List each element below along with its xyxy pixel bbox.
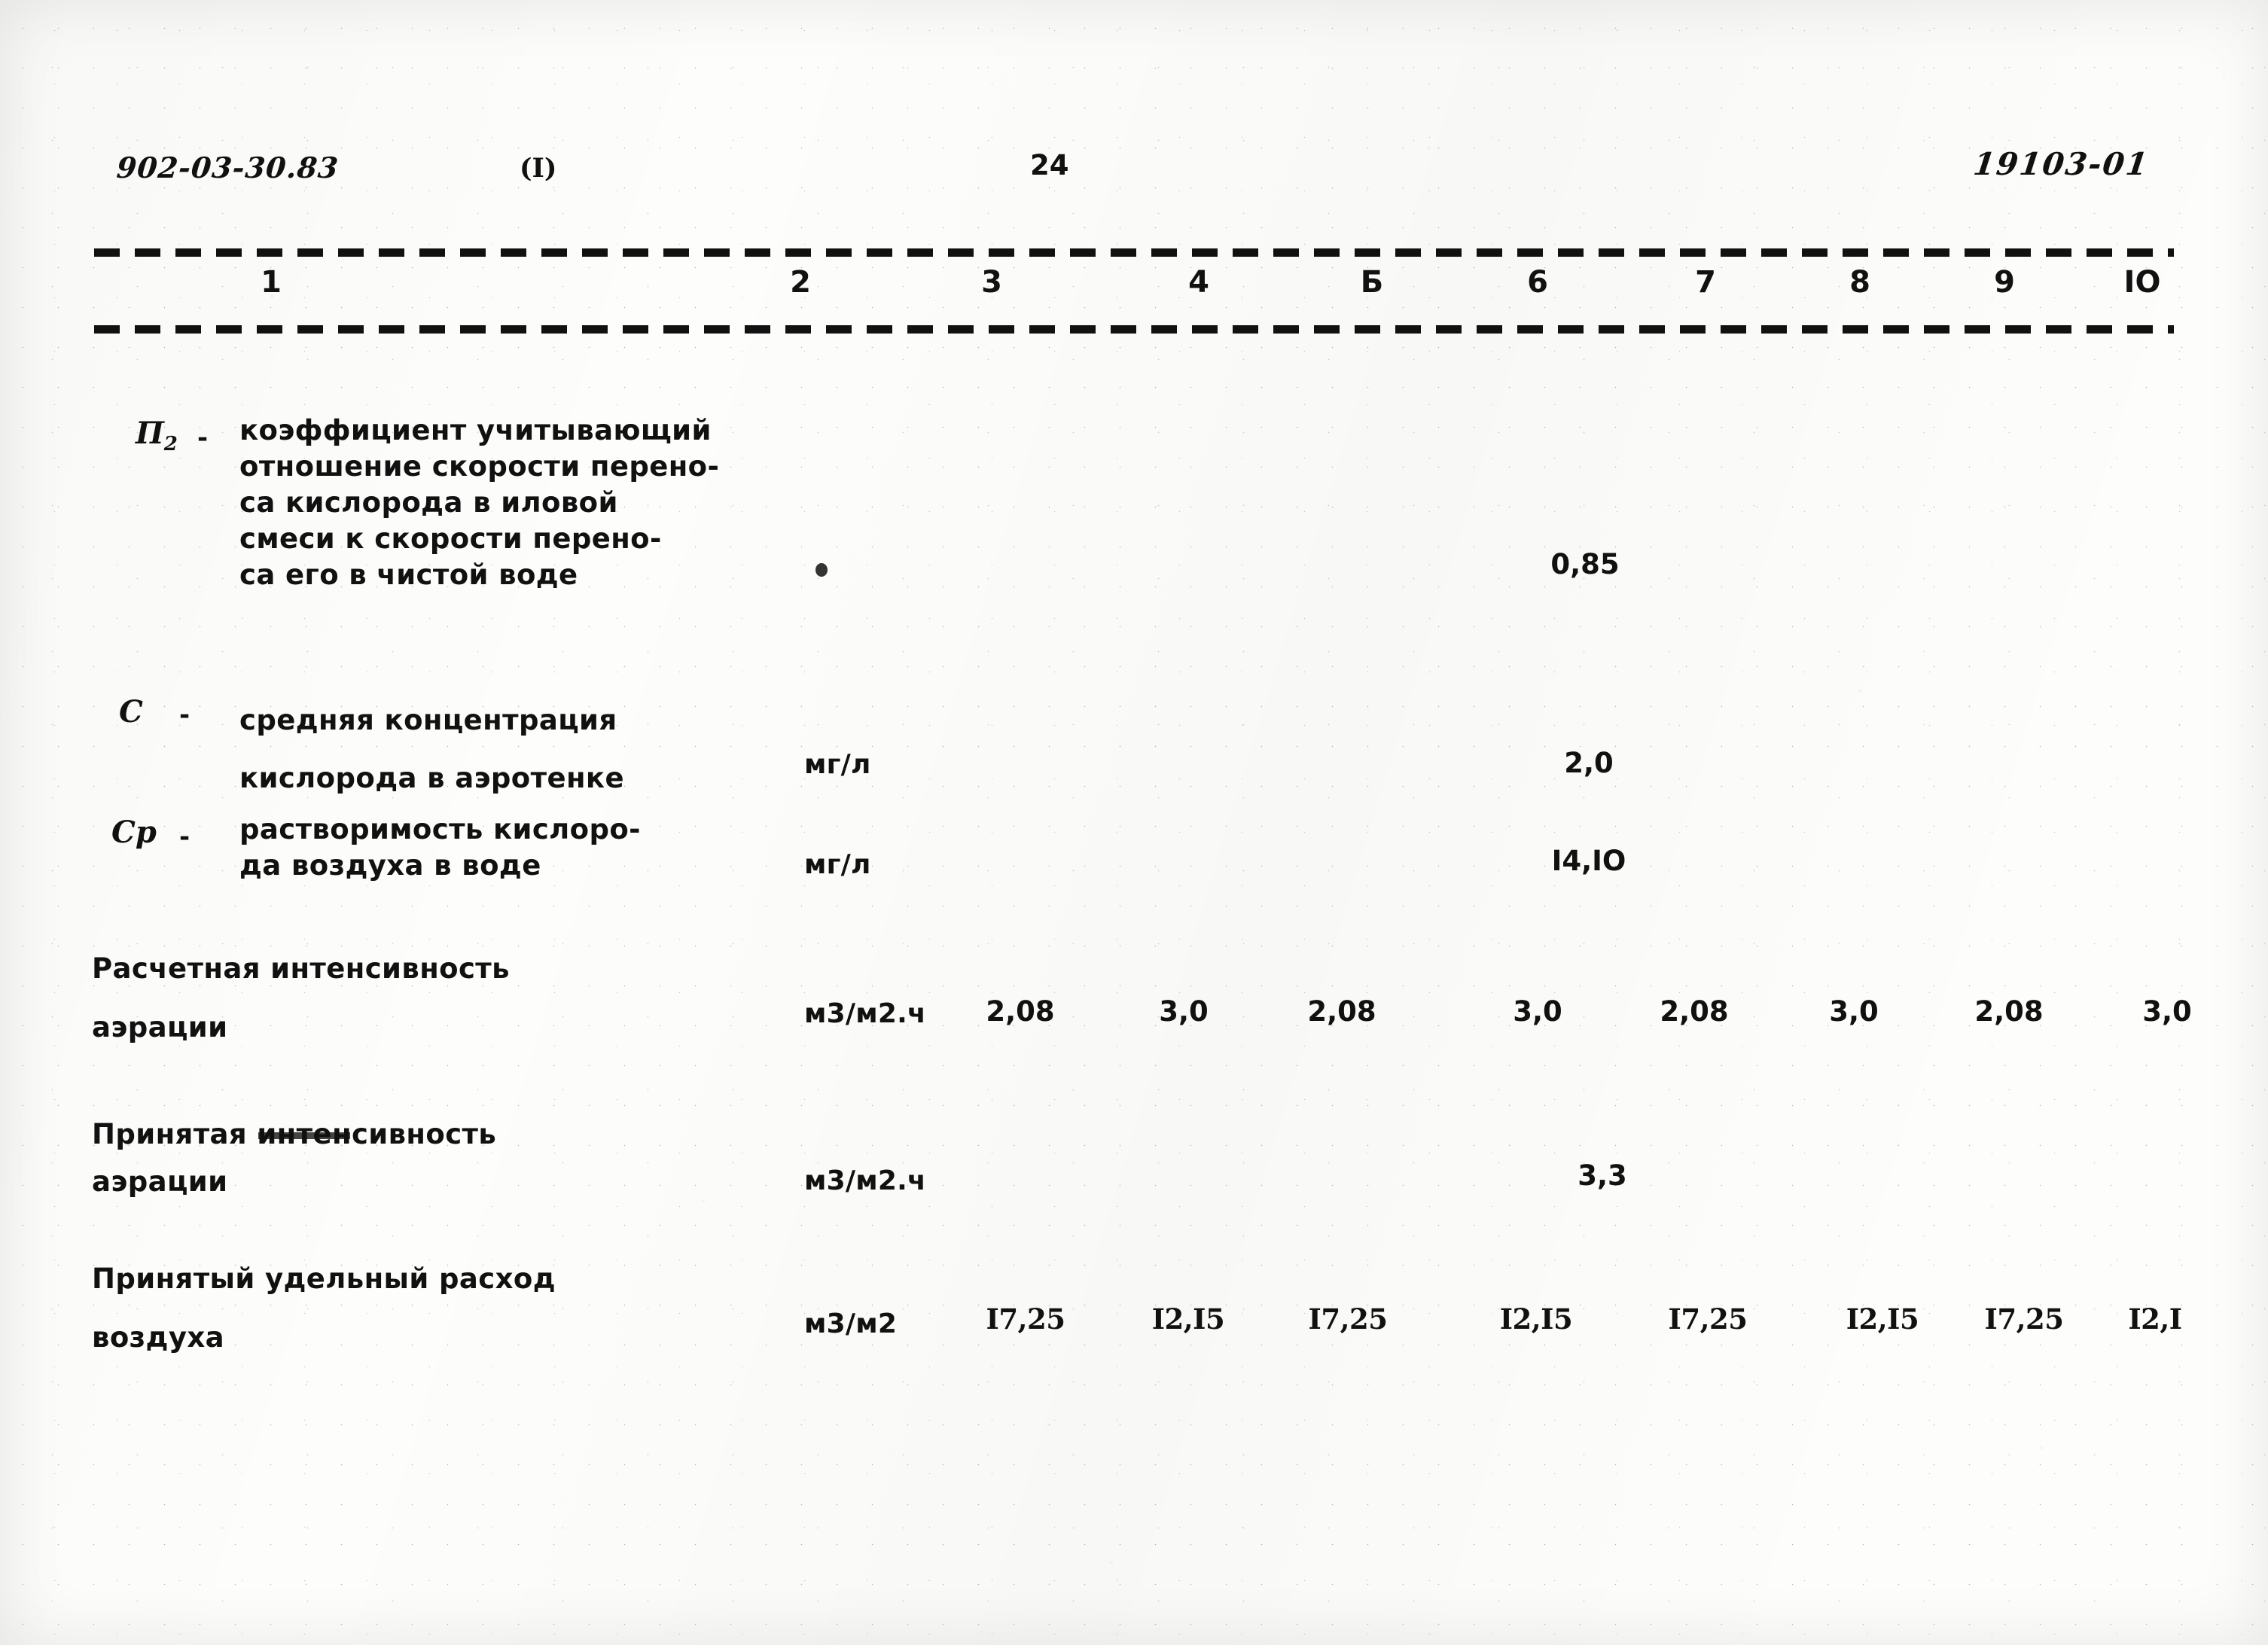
column-number-6: 6 <box>1527 265 1548 300</box>
row-6-unit: м3/м2 <box>804 1308 898 1339</box>
row-3-symbol: Ср <box>111 815 157 850</box>
row-1-value-col5: 0,85 <box>1550 548 1620 580</box>
page-number: 24 <box>1030 149 1069 181</box>
row-5-description-post: сивность <box>351 1118 497 1150</box>
row-3-description: растворимость кислоро- да воздуха в воде <box>239 813 641 882</box>
column-number-4: 4 <box>1188 265 1209 300</box>
row-4-value-col5: 3,0 <box>1513 995 1562 1028</box>
row-5-description-line2: аэрации <box>92 1165 228 1198</box>
row-5-description-struck: интен <box>257 1105 352 1164</box>
row-2-description: средняя концентрация кислорода в аэротен… <box>239 704 624 794</box>
row-1-symbol: П2 <box>136 416 178 455</box>
table-rule-top <box>94 248 2174 257</box>
row-6-value-col6: I7,25 <box>1668 1302 1748 1336</box>
row-3-dash: - <box>179 822 191 852</box>
row-4-value-col9: 3,0 <box>2142 995 2192 1028</box>
row-5-description-pre: Принятая <box>92 1118 258 1150</box>
scan-blot <box>815 563 828 577</box>
column-number-2: 2 <box>790 265 811 300</box>
row-4-value-col6: 2,08 <box>1660 995 1729 1028</box>
row-6-value-col2: I7,25 <box>986 1302 1065 1336</box>
row-5-unit: м3/м2.ч <box>804 1165 926 1196</box>
column-number-5: Б <box>1360 265 1384 300</box>
row-4-value-col8: 2,08 <box>1974 995 2044 1028</box>
column-number-8: 8 <box>1849 265 1870 300</box>
row-4-unit: м3/м2.ч <box>804 998 926 1029</box>
row-6-description: Принятый удельный расход воздуха <box>92 1263 556 1354</box>
column-number-7: 7 <box>1695 265 1716 300</box>
row-2-value-col5: 2,0 <box>1564 747 1614 779</box>
table-rule-bottom <box>94 325 2174 334</box>
row-4-value-col4: 2,08 <box>1307 995 1376 1028</box>
row-5-description: Принятая интенсивность <box>92 1105 496 1164</box>
row-4-value-col3: 3,0 <box>1159 995 1209 1028</box>
row-4-value-col7: 3,0 <box>1829 995 1879 1028</box>
row-6-value-col7: I2,I5 <box>1846 1302 1919 1336</box>
column-number-10: IO <box>2123 265 2161 300</box>
row-2-symbol: С <box>119 694 143 730</box>
row-1-dash: - <box>197 423 209 453</box>
row-6-value-col5: I2,I5 <box>1499 1302 1573 1336</box>
row-2-dash: - <box>179 700 191 730</box>
document-number: 19103-01 <box>1971 146 2151 182</box>
row-1-description: коэффициент учитывающий отношение скорос… <box>239 414 720 591</box>
row-3-unit: мг/л <box>804 849 871 880</box>
column-number-3: 3 <box>981 265 1002 300</box>
row-6-value-col3: I2,I5 <box>1151 1302 1225 1336</box>
column-number-9: 9 <box>1994 265 2015 300</box>
row-5-value-col5: 3,3 <box>1578 1159 1627 1192</box>
scanned-document-page: 902-03-30.83 (I) 24 19103-01 1 2 3 4 Б 6… <box>0 0 2268 1645</box>
column-number-1: 1 <box>261 265 282 300</box>
variant-label: (I) <box>520 153 557 184</box>
row-6-value-col9: I2,I <box>2128 1302 2182 1336</box>
row-6-value-col8: I7,25 <box>1984 1302 2064 1336</box>
series-code: 902-03-30.83 <box>115 151 340 184</box>
row-6-value-col4: I7,25 <box>1308 1302 1388 1336</box>
row-2-unit: мг/л <box>804 749 871 780</box>
column-number-row: 1 2 3 4 Б 6 7 8 9 IO <box>0 265 2268 315</box>
row-3-value-col5: I4,IO <box>1551 845 1626 877</box>
row-4-value-col2: 2,08 <box>986 995 1055 1028</box>
row-4-description: Расчетная интенсивность аэрации <box>92 952 510 1043</box>
